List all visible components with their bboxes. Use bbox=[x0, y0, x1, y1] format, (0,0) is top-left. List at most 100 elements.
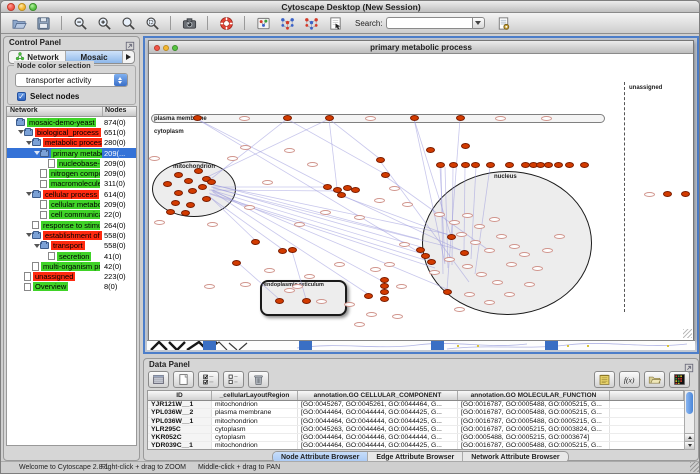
graph-node[interactable] bbox=[461, 162, 470, 168]
graph-node[interactable] bbox=[456, 115, 465, 121]
tree-item[interactable]: nucleobase-209(0) bbox=[7, 158, 136, 168]
float-panel-icon[interactable] bbox=[684, 360, 695, 370]
layout-blue-icon[interactable] bbox=[278, 15, 296, 32]
expand-arrow-icon[interactable] bbox=[25, 192, 32, 196]
network-canvas[interactable]: plasma membrane cytoplasm mitochondrion … bbox=[149, 54, 693, 340]
graph-node[interactable] bbox=[275, 298, 284, 304]
graph-node[interactable] bbox=[198, 184, 207, 190]
graph-node[interactable] bbox=[202, 196, 211, 202]
zoom-out-icon[interactable] bbox=[71, 15, 89, 32]
graph-node[interactable] bbox=[194, 168, 203, 174]
graph-node[interactable] bbox=[486, 162, 495, 168]
help-icon[interactable] bbox=[217, 15, 235, 32]
expand-arrow-icon[interactable] bbox=[17, 130, 24, 134]
graph-node[interactable] bbox=[181, 210, 190, 216]
graph-node[interactable] bbox=[351, 187, 360, 193]
tree-item[interactable]: macromolecule311(0) bbox=[7, 179, 136, 189]
zoom-in-icon[interactable] bbox=[95, 15, 113, 32]
table-row[interactable]: YDR039C__1mitochondrion[GO:0044464, GO:0… bbox=[148, 442, 684, 450]
zoom-selected-icon[interactable] bbox=[119, 15, 137, 32]
delete-attribute-icon[interactable] bbox=[248, 371, 269, 388]
function-icon[interactable]: f(x) bbox=[619, 371, 640, 388]
graph-node[interactable] bbox=[174, 172, 183, 178]
graph-node[interactable] bbox=[460, 250, 469, 256]
graph-node[interactable] bbox=[426, 147, 435, 153]
search-input[interactable] bbox=[386, 17, 472, 29]
graph-node[interactable] bbox=[376, 157, 385, 163]
attribute-table-icon[interactable] bbox=[148, 371, 169, 388]
graph-node[interactable] bbox=[163, 181, 172, 187]
heatmap-icon[interactable] bbox=[669, 371, 690, 388]
expand-arrow-icon[interactable] bbox=[33, 151, 40, 155]
graph-node[interactable] bbox=[323, 184, 332, 190]
expand-arrow-icon[interactable] bbox=[25, 141, 32, 145]
table-row[interactable]: YLR295Ccytoplasm[GO:0045263, GO:0044464,… bbox=[148, 426, 684, 434]
graph-node[interactable] bbox=[188, 188, 197, 194]
graph-node[interactable] bbox=[278, 248, 287, 254]
graph-node[interactable] bbox=[436, 162, 445, 168]
expand-arrow-icon[interactable] bbox=[33, 244, 40, 248]
graph-node[interactable] bbox=[207, 179, 216, 185]
select-attributes-icon[interactable] bbox=[198, 371, 219, 388]
graph-node[interactable] bbox=[681, 191, 690, 197]
save-session-icon[interactable] bbox=[495, 15, 513, 32]
graph-node[interactable] bbox=[461, 143, 470, 149]
graph-node[interactable] bbox=[380, 289, 389, 295]
graph-node[interactable] bbox=[166, 209, 175, 215]
graph-node[interactable] bbox=[443, 289, 452, 295]
vizmapper-icon[interactable] bbox=[254, 15, 272, 32]
save-icon[interactable] bbox=[34, 15, 52, 32]
graph-node[interactable] bbox=[184, 178, 193, 184]
graph-node[interactable] bbox=[288, 247, 297, 253]
create-attribute-icon[interactable] bbox=[173, 371, 194, 388]
column-header[interactable]: ID bbox=[148, 391, 212, 400]
background-window-fragments[interactable] bbox=[147, 340, 695, 350]
tree-item[interactable]: response to stimulu264(0) bbox=[7, 220, 136, 230]
tree-header-network[interactable]: Network bbox=[7, 107, 102, 116]
node-color-dropdown[interactable]: transporter activity bbox=[15, 73, 128, 87]
column-header[interactable]: annotation.GO CELLULAR_COMPONENT bbox=[298, 391, 458, 400]
graph-node[interactable] bbox=[186, 202, 195, 208]
graph-node[interactable] bbox=[283, 115, 292, 121]
tree-item[interactable]: primary metabo209(... bbox=[7, 148, 136, 158]
table-row[interactable]: YPL036W__2plasma membrane[GO:0044464, GO… bbox=[148, 409, 684, 417]
annotation-icon[interactable] bbox=[326, 15, 344, 32]
float-panel-icon[interactable] bbox=[125, 38, 136, 48]
tree-item[interactable]: metabolic process280(0) bbox=[7, 138, 136, 148]
import-icon[interactable] bbox=[644, 371, 665, 388]
open-file-icon[interactable] bbox=[10, 15, 28, 32]
graph-node[interactable] bbox=[449, 162, 458, 168]
tree-item[interactable]: transport558(0) bbox=[7, 241, 136, 251]
graph-node[interactable] bbox=[380, 296, 389, 302]
scroll-up-button[interactable] bbox=[685, 433, 694, 441]
column-header[interactable]: _cellularLayoutRegion bbox=[212, 391, 298, 400]
select-nodes-checkbox[interactable]: ✓ bbox=[17, 92, 26, 101]
tree-item[interactable]: cellular process614(0) bbox=[7, 189, 136, 199]
table-row[interactable]: YPL036W__1mitochondrion[GO:0044464, GO:0… bbox=[148, 418, 684, 426]
network-view-titlebar[interactable]: primary metabolic process bbox=[149, 41, 693, 54]
graph-node[interactable] bbox=[171, 200, 180, 206]
graph-node[interactable] bbox=[580, 162, 589, 168]
table-row[interactable]: YKR052Ccytoplasm[GO:0044464, GO:0044446,… bbox=[148, 434, 684, 442]
tree-item[interactable]: mosaic-demo-yeast874(0) bbox=[7, 117, 136, 127]
graph-node[interactable] bbox=[505, 162, 514, 168]
tree-item[interactable]: Overview8(0) bbox=[7, 282, 136, 292]
graph-node[interactable] bbox=[554, 162, 563, 168]
graph-node[interactable] bbox=[364, 293, 373, 299]
table-row[interactable]: YJR121W__1mitochondrion[GO:0045267, GO:0… bbox=[148, 401, 684, 409]
layout-red-icon[interactable] bbox=[302, 15, 320, 32]
window-resize-grip[interactable] bbox=[683, 329, 692, 338]
graph-node[interactable] bbox=[421, 253, 430, 259]
expand-arrow-icon[interactable] bbox=[25, 233, 32, 237]
tree-item[interactable]: secretion41(0) bbox=[7, 251, 136, 261]
graph-node[interactable] bbox=[427, 259, 436, 265]
tree-item[interactable]: biological_process651(0) bbox=[7, 127, 136, 137]
graph-node[interactable] bbox=[410, 115, 419, 121]
graph-node[interactable] bbox=[447, 234, 456, 240]
tree-item[interactable]: unassigned223(0) bbox=[7, 271, 136, 281]
graph-node[interactable] bbox=[416, 247, 425, 253]
zoom-fit-icon[interactable] bbox=[143, 15, 161, 32]
graph-node[interactable] bbox=[337, 192, 346, 198]
graph-node[interactable] bbox=[251, 239, 260, 245]
tree-item[interactable]: nitrogen compo209(0) bbox=[7, 168, 136, 178]
